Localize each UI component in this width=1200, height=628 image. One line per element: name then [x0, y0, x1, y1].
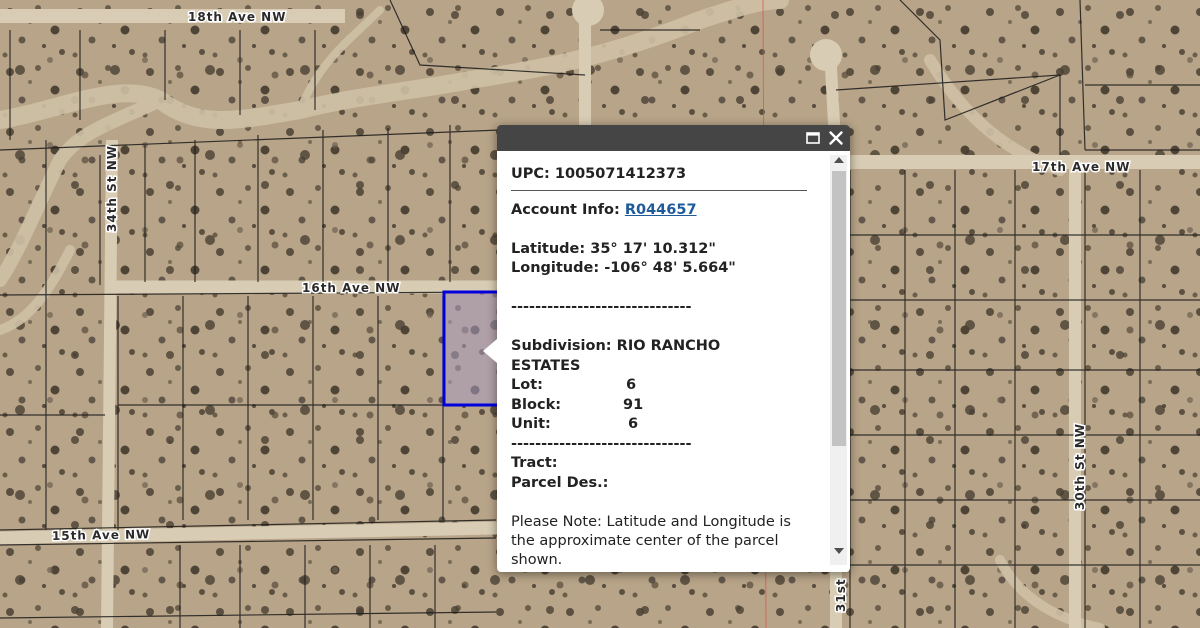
account-info: Account Info: R044657 [511, 201, 821, 221]
popup-pointer [483, 339, 497, 363]
unit-label: Unit: [511, 416, 551, 432]
parcel-des-label: Parcel Des.: [511, 474, 609, 491]
subdivision-text: Subdivision: RIO RANCHO ESTATES [511, 338, 721, 374]
road-label-15th-ave: 15th Ave NW [52, 527, 151, 543]
popup-scrollbar[interactable] [830, 155, 847, 565]
popup-header [497, 125, 850, 151]
unit-row: Unit: 6 [511, 415, 821, 435]
separator: ------------------------------ [511, 299, 692, 315]
road-label-16th-ave: 16th Ave NW [302, 281, 400, 295]
block-value: 91 [623, 396, 644, 413]
divider [511, 189, 807, 191]
road-label-17th-ave: 17th Ave NW [1032, 160, 1130, 174]
account-link[interactable]: R044657 [625, 202, 697, 218]
road-label-30th-st: 30th St NW [1073, 423, 1087, 510]
scroll-down-arrow-icon[interactable] [834, 548, 844, 554]
road-label-18th-ave: 18th Ave NW [188, 10, 286, 24]
latitude-text: Latitude: 35° 17' 10.312" [511, 240, 716, 257]
tract-label: Tract: [511, 455, 558, 471]
longitude-text: Longitude: -106° 48' 5.664" [511, 260, 736, 276]
note-text: Please Note: Latitude and Longitude is t… [511, 513, 791, 568]
account-label: Account Info: [511, 201, 625, 218]
separator: ------------------------------ [511, 435, 692, 452]
road-label-34th-st: 34th St NW [105, 145, 119, 232]
popup-content: UPC: 1005071412373 Account Info: R044657… [511, 165, 821, 570]
block-row: Block: 91 [511, 396, 821, 416]
lot-value: 6 [626, 377, 637, 393]
info-popup: UPC: 1005071412373 Account Info: R044657… [483, 125, 850, 572]
scroll-up-arrow-icon[interactable] [834, 157, 844, 163]
lot-row: Lot: 6 [511, 376, 821, 396]
block-label: Block: [511, 396, 562, 413]
upc-text: UPC: 1005071412373 [511, 166, 687, 182]
close-icon[interactable] [827, 129, 845, 147]
popup-body: UPC: 1005071412373 Account Info: R044657… [497, 151, 827, 572]
maximize-icon[interactable] [804, 129, 822, 147]
scroll-thumb[interactable] [832, 171, 846, 446]
unit-value: 6 [628, 416, 639, 432]
road-label-31st: 31st [834, 578, 848, 612]
lot-label: Lot: [511, 377, 543, 393]
